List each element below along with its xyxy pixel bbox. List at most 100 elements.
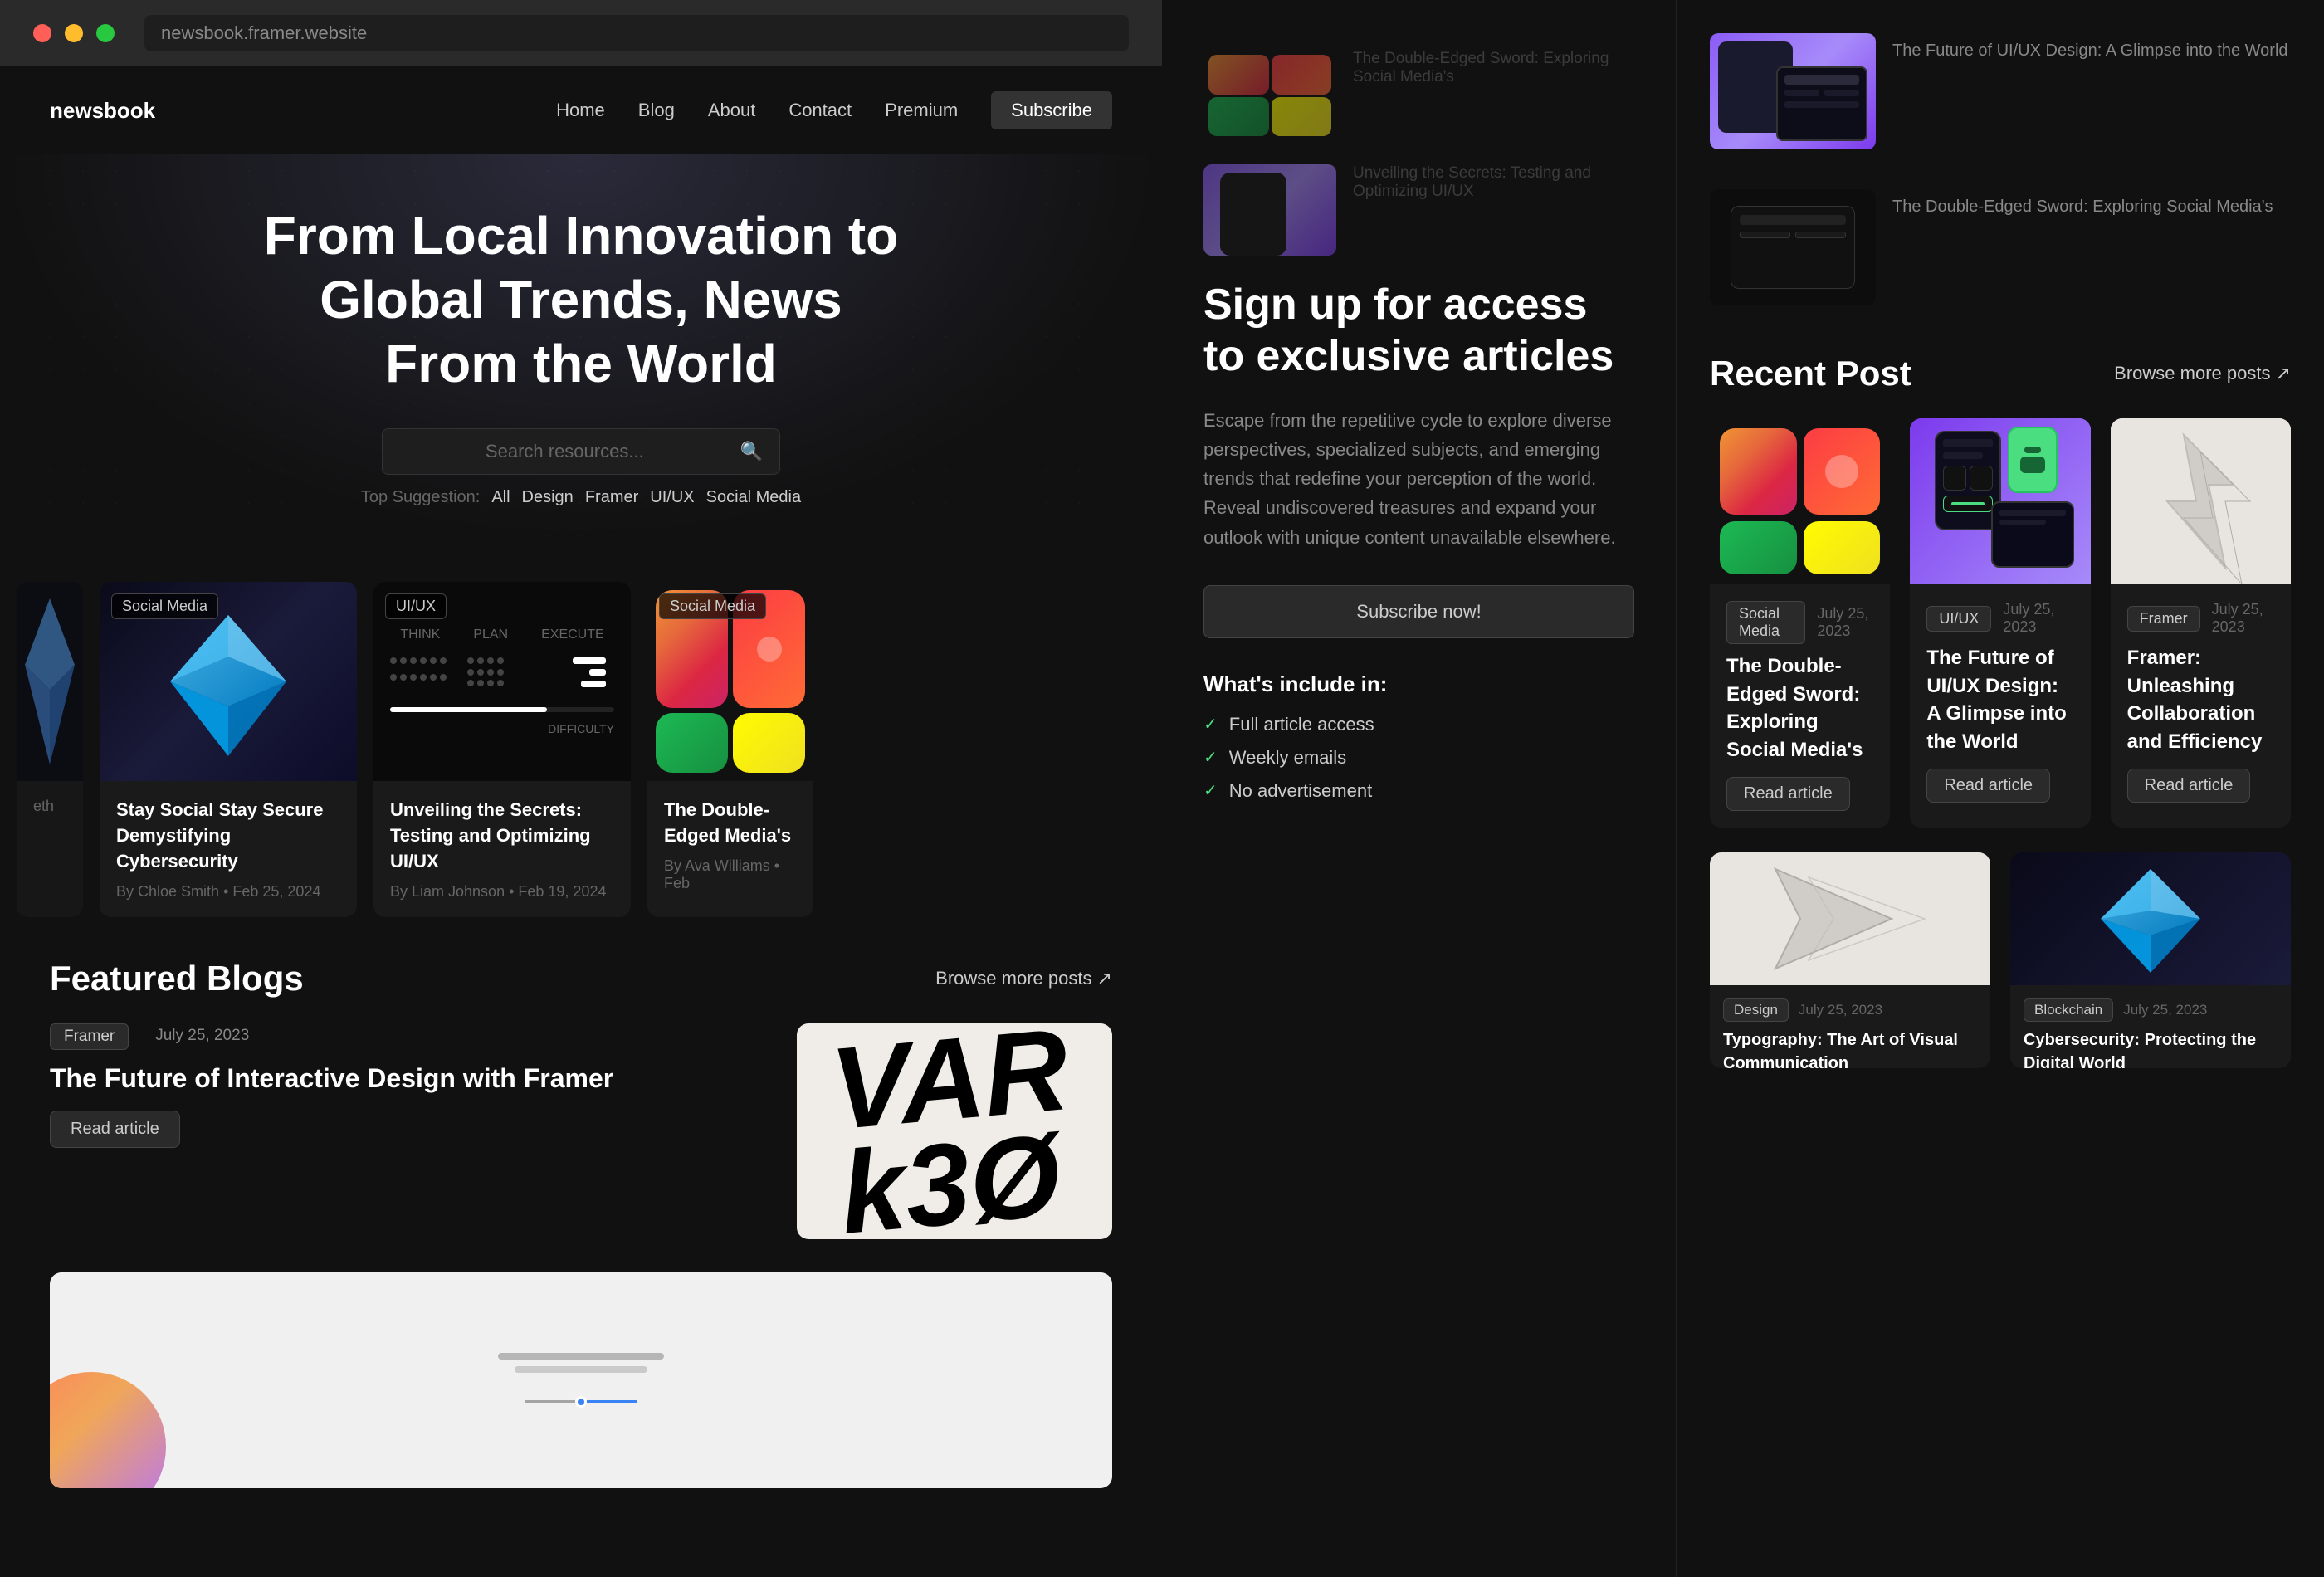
signup-section: The Double-Edged Sword: Exploring Social…	[1162, 0, 1677, 1577]
recent-cat-1[interactable]: UI/UX	[1926, 606, 1991, 632]
recent-posts: Recent Post Browse more posts ↗	[1710, 354, 2291, 1068]
nav-logo[interactable]: newsbook	[50, 98, 155, 124]
search-placeholder: Search resources...	[399, 441, 730, 462]
featured-img: VARk3Ø	[797, 1023, 1112, 1239]
recent-cat-2[interactable]: Framer	[2127, 606, 2200, 632]
recent-card-1[interactable]: UI/UX July 25, 2023 The Future of UI/UX …	[1910, 418, 2090, 828]
signup-description: Escape from the repetitive cycle to expl…	[1204, 406, 1634, 552]
card-meta-0: By Chloe Smith • Feb 25, 2024	[116, 883, 340, 901]
hero-section: From Local Innovation to Global Trends, …	[0, 154, 1162, 540]
read-article-btn-1[interactable]: Read article	[1926, 769, 2050, 803]
card-badge-2: Social Media	[659, 593, 766, 619]
recent-date-1: July 25, 2023	[2003, 601, 2073, 636]
recent-card-2[interactable]: Framer July 25, 2023 Framer: Unleashing …	[2111, 418, 2291, 828]
top-suggestion: Top Suggestion: All Design Framer UI/UX …	[361, 488, 801, 507]
recent-card-body-0: Social Media July 25, 2023 The Double-Ed…	[1710, 584, 1890, 828]
right-top-articles: The Future of UI/UX Design: A Glimpse in…	[1710, 33, 2291, 329]
website: newsbook Home Blog About Contact Premium…	[0, 66, 1162, 1577]
search-box[interactable]: Search resources... 🔍	[382, 428, 780, 475]
read-article-btn-0[interactable]: Read article	[1726, 777, 1850, 811]
read-article-btn-2[interactable]: Read article	[2127, 769, 2251, 803]
check-icon-2: ✓	[1204, 780, 1218, 801]
suggestion-social[interactable]: Social Media	[706, 488, 802, 507]
include-item-1: ✓ Weekly emails	[1204, 747, 1634, 769]
includes-title: What's include in:	[1204, 671, 1634, 697]
include-item-0: ✓ Full article access	[1204, 714, 1634, 735]
nav-blog[interactable]: Blog	[638, 100, 675, 121]
recent-card-tags-2: Framer July 25, 2023	[2127, 601, 2274, 636]
include-label-1: Weekly emails	[1229, 747, 1346, 769]
top-article-0[interactable]: The Double-Edged Sword: Exploring Social…	[1204, 50, 1634, 141]
include-item-2: ✓ No advertisement	[1204, 780, 1634, 802]
include-label-2: No advertisement	[1229, 780, 1372, 802]
featured-second	[50, 1272, 1112, 1488]
nav: newsbook Home Blog About Contact Premium…	[0, 66, 1162, 154]
recent-grid: Social Media July 25, 2023 The Double-Ed…	[1710, 418, 2291, 828]
suggestion-framer[interactable]: Framer	[585, 488, 638, 507]
right-article-uiux-title: The Future of UI/UX Design: A Glimpse in…	[1892, 42, 2291, 61]
nav-premium[interactable]: Premium	[885, 100, 958, 121]
recent-card-3[interactable]: Design July 25, 2023 Typography: The Art…	[1710, 852, 1990, 1068]
featured-content: Framer July 25, 2023 The Future of Inter…	[50, 1023, 1112, 1239]
top-article-content-0: The Double-Edged Sword: Exploring Social…	[1353, 50, 1634, 91]
article-thumb-0	[1204, 50, 1336, 141]
top-article-content-1: Unveiling the Secrets: Testing and Optim…	[1353, 164, 1634, 201]
recent-card-body-2: Framer July 25, 2023 Framer: Unleashing …	[2111, 584, 2291, 819]
right-article-uiux-content: The Future of UI/UX Design: A Glimpse in…	[1892, 33, 2291, 76]
right-article-dark[interactable]: The Double-Edged Sword: Exploring Social…	[1710, 189, 2291, 305]
recent-date-0: July 25, 2023	[1817, 605, 1873, 640]
check-icon-0: ✓	[1204, 714, 1218, 735]
card-title-0: Stay Social Stay Secure Demystifying Cyb…	[116, 798, 340, 874]
browser-chrome: newsbook.framer.website	[0, 0, 1162, 66]
top-article-1[interactable]: Unveiling the Secrets: Testing and Optim…	[1204, 164, 1634, 256]
nav-links: Home Blog About Contact Premium Subscrib…	[556, 91, 1112, 129]
search-icon[interactable]: 🔍	[740, 441, 763, 462]
recent-row-2: Design July 25, 2023 Typography: The Art…	[1710, 852, 2291, 1068]
featured-title: Featured Blogs	[50, 959, 304, 998]
address-text: newsbook.framer.website	[161, 22, 367, 44]
articles-col: The Future of UI/UX Design: A Glimpse in…	[1677, 0, 2324, 1577]
nav-subscribe[interactable]: Subscribe	[991, 91, 1112, 129]
right-article-dark-content: The Double-Edged Sword: Exploring Social…	[1892, 189, 2291, 232]
featured-tag-date: July 25, 2023	[142, 1023, 262, 1050]
right-article-uiux[interactable]: The Future of UI/UX Design: A Glimpse in…	[1710, 33, 2291, 149]
suggestion-all[interactable]: All	[491, 488, 510, 507]
card-title-2: The Double-Edged Media's	[664, 798, 797, 849]
phone-mockup	[1220, 173, 1286, 256]
include-label-0: Full article access	[1229, 714, 1374, 735]
suggestion-uiux[interactable]: UI/UX	[650, 488, 694, 507]
recent-cat-0[interactable]: Social Media	[1726, 601, 1805, 644]
browser-address: newsbook.framer.website	[144, 15, 1129, 51]
recent-card-tags-1: UI/UX July 25, 2023	[1926, 601, 2073, 636]
browse-more-featured[interactable]: Browse more posts ↗	[935, 968, 1112, 989]
recent-card-title-0: The Double-Edged Sword: Exploring Social…	[1726, 652, 1873, 764]
browser-dot-yellow[interactable]	[65, 24, 83, 42]
browse-more-recent[interactable]: Browse more posts ↗	[2114, 363, 2291, 384]
right-article-dark-title: The Double-Edged Sword: Exploring Social…	[1892, 198, 2291, 217]
browser-dot-green[interactable]	[96, 24, 115, 42]
partial-card-text: eth	[33, 798, 66, 815]
browser-dot-red[interactable]	[33, 24, 51, 42]
card-cybersecurity[interactable]: Social Media	[100, 582, 357, 916]
nav-about[interactable]: About	[708, 100, 756, 121]
nav-home[interactable]: Home	[556, 100, 605, 121]
read-article-btn-featured[interactable]: Read article	[50, 1111, 180, 1148]
card-badge-0: Social Media	[111, 593, 218, 619]
card-uiux[interactable]: UI/UX THINK PLAN EXECUTE	[374, 582, 631, 916]
card-meta-2: By Ava Williams • Feb	[664, 857, 797, 892]
nav-contact[interactable]: Contact	[788, 100, 852, 121]
recent-card-body-1: UI/UX July 25, 2023 The Future of UI/UX …	[1910, 584, 2090, 819]
recent-date-2: July 25, 2023	[2212, 601, 2274, 636]
recent-card-4[interactable]: Blockchain July 25, 2023 Cybersecurity: …	[2010, 852, 2291, 1068]
subscribe-button[interactable]: Subscribe now!	[1204, 585, 1634, 638]
recent-card-img-2	[2111, 418, 2291, 584]
featured-tag-framer[interactable]: Framer	[50, 1023, 129, 1050]
featured-tags: Framer July 25, 2023	[50, 1023, 764, 1050]
recent-card-0[interactable]: Social Media July 25, 2023 The Double-Ed…	[1710, 418, 1890, 828]
var-text: VARk3Ø	[828, 1023, 1081, 1239]
card-partial: eth	[17, 582, 83, 916]
check-icon-1: ✓	[1204, 747, 1218, 768]
right-article-uiux-thumb	[1710, 33, 1876, 149]
suggestion-design[interactable]: Design	[522, 488, 574, 507]
card-social[interactable]: Social Media The Double-Edged Media's By…	[647, 582, 813, 916]
